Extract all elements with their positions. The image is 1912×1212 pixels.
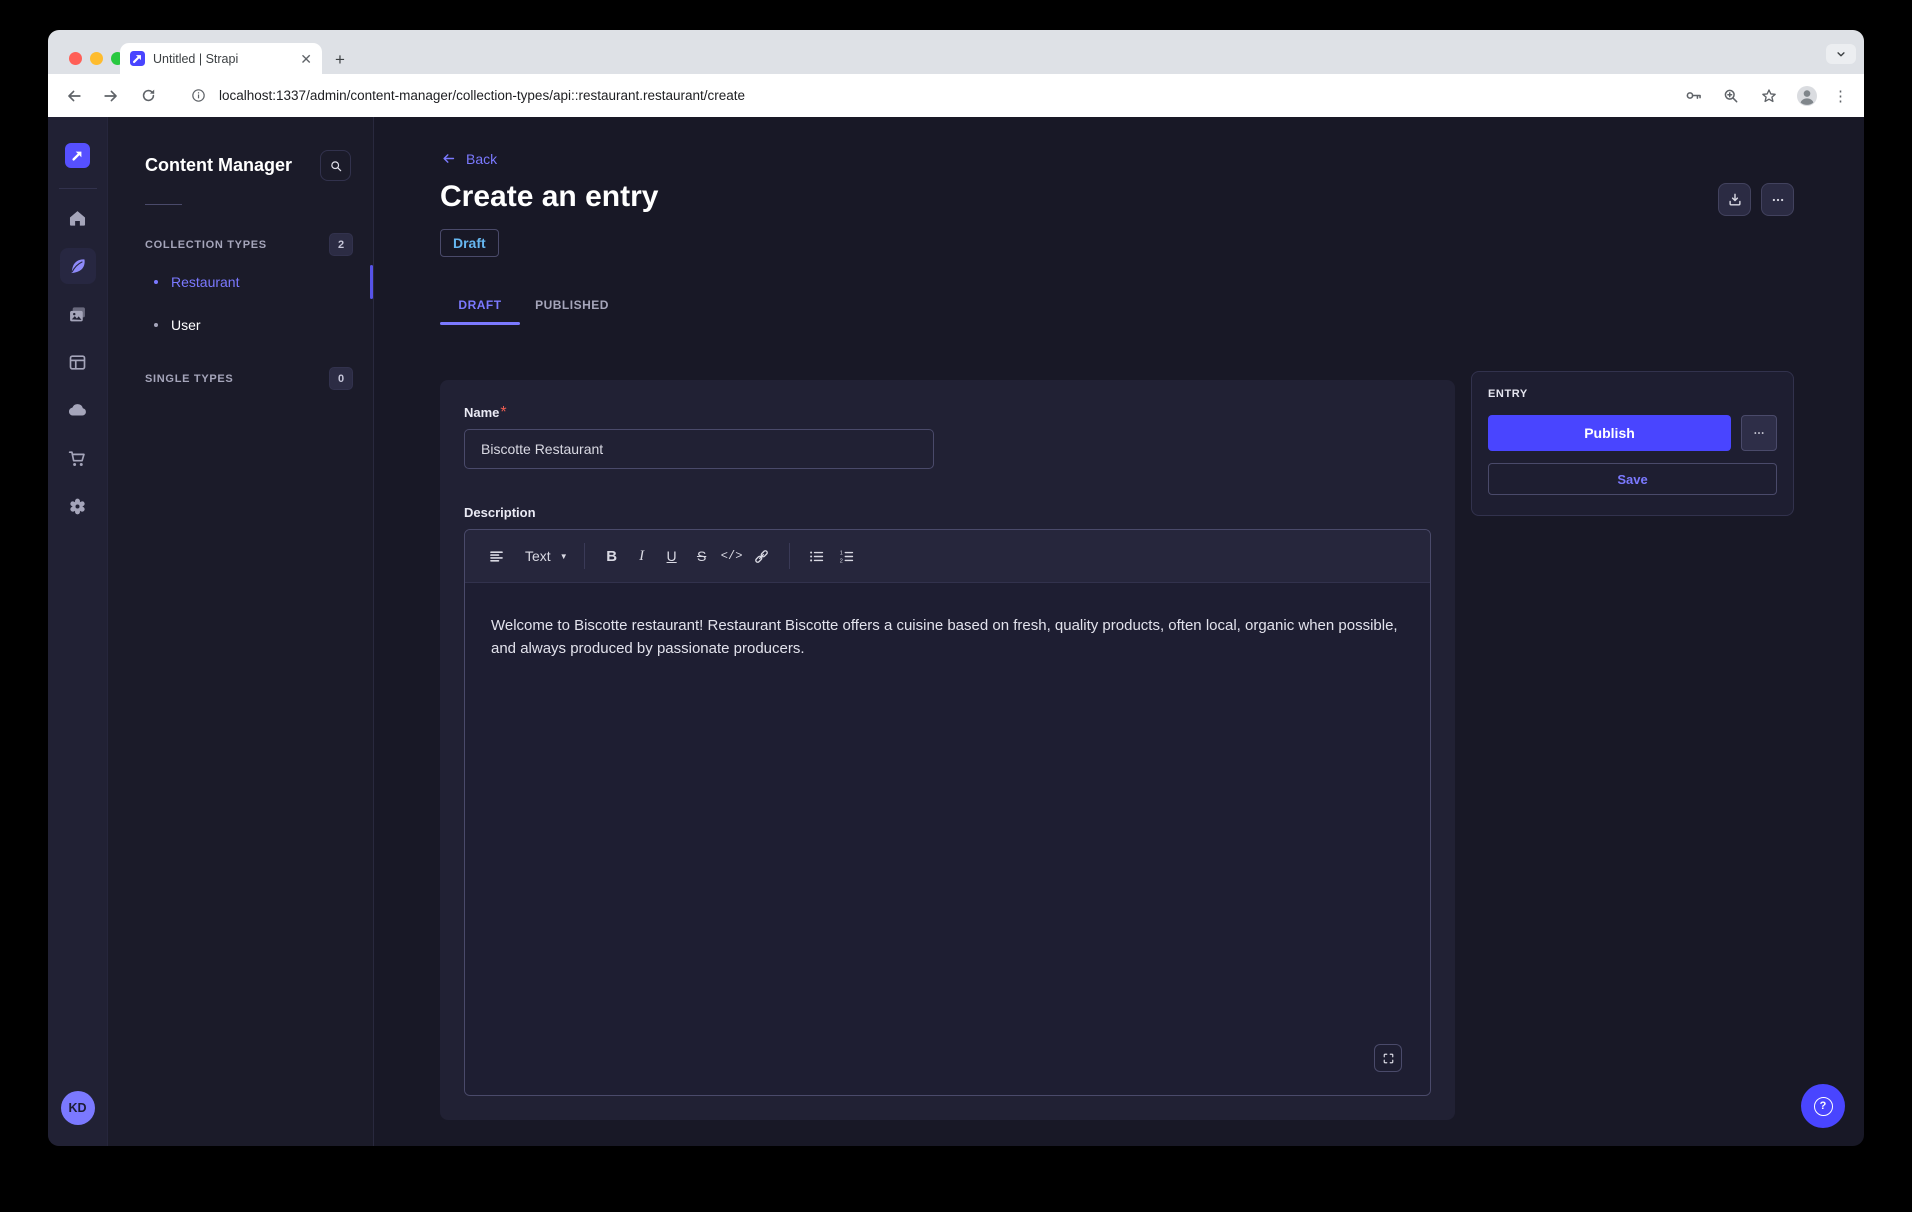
strapi-favicon-icon bbox=[130, 51, 145, 66]
entry-form-card: Name* Description Text bbox=[440, 380, 1455, 1120]
close-window-button[interactable] bbox=[69, 52, 82, 65]
numbered-list-button[interactable]: 12 bbox=[832, 540, 862, 572]
tab-title: Untitled | Strapi bbox=[153, 52, 292, 66]
export-download-button[interactable] bbox=[1718, 183, 1751, 216]
download-icon bbox=[1726, 191, 1744, 209]
sidebar-item-restaurant[interactable]: Restaurant bbox=[108, 262, 373, 302]
arrow-left-icon bbox=[440, 150, 457, 167]
bullet-icon bbox=[154, 323, 158, 327]
subnav-title: Content Manager bbox=[145, 155, 292, 176]
tab-close-icon[interactable]: ✕ bbox=[300, 52, 312, 66]
ellipsis-icon bbox=[1751, 425, 1767, 441]
site-info-icon[interactable] bbox=[186, 84, 210, 108]
address-bar[interactable]: localhost:1337/admin/content-manager/col… bbox=[186, 84, 1681, 108]
rail-divider bbox=[59, 188, 97, 189]
collection-types-count-badge: 2 bbox=[329, 233, 353, 256]
expand-editor-button[interactable] bbox=[1374, 1044, 1402, 1072]
toolbar-separator bbox=[789, 543, 790, 569]
subnav-divider bbox=[145, 204, 182, 205]
search-button[interactable] bbox=[320, 150, 351, 181]
bullet-icon bbox=[154, 280, 158, 284]
name-field: Name* bbox=[464, 404, 1431, 469]
media-library-icon[interactable] bbox=[60, 296, 96, 332]
help-button[interactable]: ? bbox=[1801, 1084, 1845, 1128]
strikethrough-button[interactable]: S bbox=[687, 540, 717, 572]
main-content: Back Create an entry Draft DRAFT PUBLISH… bbox=[374, 117, 1864, 1146]
ellipsis-icon bbox=[1769, 191, 1787, 209]
question-mark-icon: ? bbox=[1814, 1097, 1833, 1116]
bookmark-star-icon[interactable] bbox=[1757, 84, 1781, 108]
minimize-window-button[interactable] bbox=[90, 52, 103, 65]
user-avatar[interactable]: KD bbox=[61, 1091, 95, 1125]
marketplace-cart-icon[interactable] bbox=[60, 440, 96, 476]
new-tab-button[interactable]: + bbox=[335, 51, 345, 68]
link-icon bbox=[752, 547, 771, 566]
tab-draft[interactable]: DRAFT bbox=[440, 288, 520, 322]
more-options-button[interactable] bbox=[1761, 183, 1794, 216]
description-label: Description bbox=[464, 505, 536, 520]
publish-button[interactable]: Publish bbox=[1488, 415, 1731, 451]
editor-toolbar: Text ▼ B I U S </> bbox=[465, 530, 1430, 582]
page-title: Create an entry bbox=[440, 180, 1794, 214]
draft-published-tabs: DRAFT PUBLISHED bbox=[440, 288, 1794, 322]
section-label-collection-types: COLLECTION TYPES bbox=[145, 239, 267, 251]
profile-avatar-icon[interactable] bbox=[1795, 84, 1819, 108]
content-manager-icon[interactable] bbox=[60, 248, 96, 284]
text-style-dropdown[interactable]: Text ▼ bbox=[521, 540, 572, 572]
editor-content[interactable]: Welcome to Biscotte restaurant! Restaura… bbox=[465, 582, 1430, 1095]
entry-more-button[interactable] bbox=[1741, 415, 1777, 451]
rich-text-editor: Text ▼ B I U S </> bbox=[464, 529, 1431, 1096]
underline-button[interactable]: U bbox=[657, 540, 687, 572]
fullscreen-icon bbox=[1381, 1051, 1396, 1066]
content-type-builder-icon[interactable] bbox=[60, 344, 96, 380]
save-button[interactable]: Save bbox=[1488, 463, 1777, 495]
description-text: Welcome to Biscotte restaurant! Restaura… bbox=[491, 614, 1404, 660]
text-align-icon[interactable] bbox=[481, 540, 511, 572]
url-text: localhost:1337/admin/content-manager/col… bbox=[219, 88, 745, 103]
password-key-icon[interactable] bbox=[1681, 84, 1705, 108]
bullet-list-button[interactable] bbox=[802, 540, 832, 572]
tab-search-button[interactable] bbox=[1826, 44, 1856, 64]
italic-button[interactable]: I bbox=[627, 540, 657, 572]
back-nav-icon[interactable] bbox=[62, 84, 86, 108]
entry-panel: ENTRY Publish Save bbox=[1471, 371, 1794, 516]
entry-panel-title: ENTRY bbox=[1488, 388, 1777, 400]
status-badge: Draft bbox=[440, 229, 499, 257]
browser-toolbar: localhost:1337/admin/content-manager/col… bbox=[48, 74, 1864, 117]
required-marker: * bbox=[500, 404, 506, 421]
reload-icon[interactable] bbox=[136, 84, 160, 108]
strapi-app: KD Content Manager COLLECTION TYPES 2 Re… bbox=[48, 117, 1864, 1146]
browser-menu-icon[interactable]: ⋮ bbox=[1833, 87, 1848, 105]
content-manager-subnav: Content Manager COLLECTION TYPES 2 Resta… bbox=[108, 117, 374, 1146]
forward-nav-icon[interactable] bbox=[99, 84, 123, 108]
cloud-icon[interactable] bbox=[60, 392, 96, 428]
strapi-logo-icon[interactable] bbox=[65, 143, 90, 168]
bold-button[interactable]: B bbox=[597, 540, 627, 572]
back-link[interactable]: Back bbox=[440, 150, 497, 167]
svg-text:2: 2 bbox=[840, 558, 843, 564]
single-types-count-badge: 0 bbox=[329, 367, 353, 390]
toolbar-separator bbox=[584, 543, 585, 569]
chevron-down-icon bbox=[1834, 47, 1848, 61]
section-label-single-types: SINGLE TYPES bbox=[145, 373, 233, 385]
traffic-lights bbox=[69, 52, 124, 65]
svg-text:1: 1 bbox=[840, 550, 843, 556]
browser-window: Untitled | Strapi ✕ + localhost:1337/adm… bbox=[48, 30, 1864, 1146]
search-icon bbox=[328, 158, 344, 174]
description-field: Description Text ▼ bbox=[464, 504, 1431, 1096]
zoom-in-icon[interactable] bbox=[1719, 84, 1743, 108]
name-input[interactable] bbox=[464, 429, 934, 469]
browser-tab-strip: Untitled | Strapi ✕ + bbox=[48, 30, 1864, 74]
link-button[interactable] bbox=[747, 540, 777, 572]
main-nav-rail: KD bbox=[48, 117, 108, 1146]
caret-down-icon: ▼ bbox=[560, 552, 568, 561]
home-icon[interactable] bbox=[60, 200, 96, 236]
browser-tab[interactable]: Untitled | Strapi ✕ bbox=[120, 43, 322, 74]
name-label: Name bbox=[464, 405, 499, 420]
sidebar-item-user[interactable]: User bbox=[108, 305, 373, 345]
settings-gear-icon[interactable] bbox=[60, 488, 96, 524]
code-button[interactable]: </> bbox=[717, 540, 747, 572]
tab-published[interactable]: PUBLISHED bbox=[520, 288, 624, 322]
